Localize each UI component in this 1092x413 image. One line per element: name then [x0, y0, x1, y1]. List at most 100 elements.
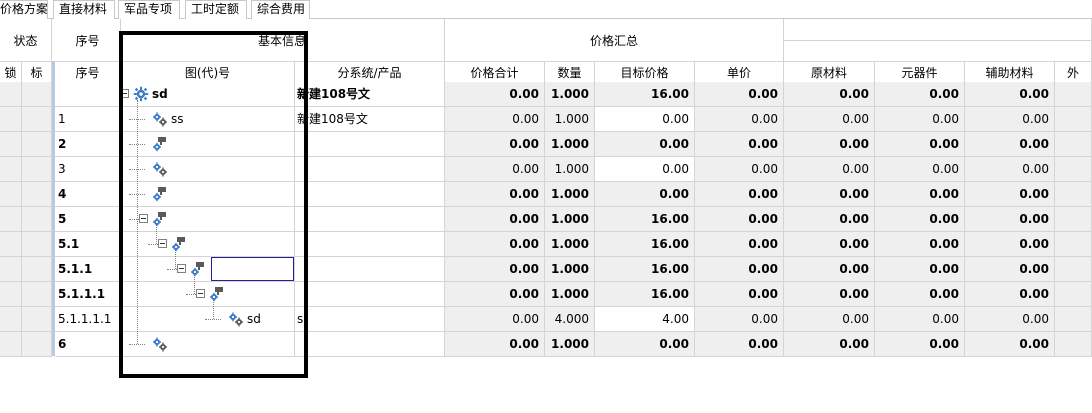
drawing-cell[interactable]	[121, 232, 295, 257]
components-cell[interactable]: 0.00	[875, 82, 965, 107]
components-cell[interactable]: 0.00	[875, 332, 965, 357]
col-header-mark[interactable]: 标	[22, 62, 52, 84]
other-cell[interactable]	[1055, 157, 1092, 182]
drawing-cell[interactable]	[121, 82, 295, 107]
lock-cell[interactable]	[0, 107, 22, 132]
drawing-cell[interactable]	[121, 332, 295, 357]
price-total-cell[interactable]: 0.00	[445, 307, 545, 332]
quantity-cell[interactable]: 1.000	[545, 182, 595, 207]
table-row[interactable]: 5.1.1.1.1 s(0.00 4.000 4.00 0.00 0.00 0.00 0.00	[0, 307, 1092, 332]
col-header-raw-material[interactable]: 原材料	[784, 62, 875, 84]
components-cell[interactable]: 0.00	[875, 207, 965, 232]
mark-cell[interactable]	[22, 307, 52, 332]
table-row[interactable]: 新建108号文 0.00 1.000 16.00 0.00 0.00 0.00 0.00	[0, 82, 1092, 107]
raw-material-cell[interactable]: 0.00	[784, 282, 875, 307]
aux-material-cell[interactable]: 0.00	[965, 307, 1055, 332]
lock-cell[interactable]	[0, 332, 22, 357]
target-price-cell[interactable]: 0.00	[595, 157, 695, 182]
mark-cell[interactable]	[22, 207, 52, 232]
unit-price-cell[interactable]: 0.00	[695, 132, 784, 157]
target-price-cell[interactable]: 4.00	[595, 307, 695, 332]
other-cell[interactable]	[1055, 132, 1092, 157]
aux-material-cell[interactable]: 0.00	[965, 282, 1055, 307]
unit-price-cell[interactable]: 0.00	[695, 107, 784, 132]
aux-material-cell[interactable]: 0.00	[965, 257, 1055, 282]
raw-material-cell[interactable]: 0.00	[784, 232, 875, 257]
other-cell[interactable]	[1055, 82, 1092, 107]
lock-cell[interactable]	[0, 257, 22, 282]
raw-material-cell[interactable]: 0.00	[784, 82, 875, 107]
subsystem-cell[interactable]	[295, 282, 445, 307]
subsystem-cell[interactable]	[295, 232, 445, 257]
lock-cell[interactable]	[0, 207, 22, 232]
aux-material-cell[interactable]: 0.00	[965, 207, 1055, 232]
quantity-cell[interactable]: 1.000	[545, 257, 595, 282]
tab-price-scheme[interactable]: 价格方案	[0, 0, 48, 19]
aux-material-cell[interactable]: 0.00	[965, 107, 1055, 132]
drawing-cell[interactable]	[121, 107, 295, 132]
unit-price-cell[interactable]: 0.00	[695, 307, 784, 332]
mark-cell[interactable]	[22, 182, 52, 207]
raw-material-cell[interactable]: 0.00	[784, 207, 875, 232]
seq-cell[interactable]: 5.1.1	[55, 257, 121, 282]
components-cell[interactable]: 0.00	[875, 232, 965, 257]
mark-cell[interactable]	[22, 107, 52, 132]
lock-cell[interactable]	[0, 282, 22, 307]
col-header-aux-material[interactable]: 辅助材料	[965, 62, 1055, 84]
unit-price-cell[interactable]: 0.00	[695, 157, 784, 182]
col-header-drawing-no[interactable]: 图(代)号	[121, 62, 295, 84]
col-header-price-total[interactable]: 价格合计	[445, 62, 545, 84]
drawing-cell[interactable]	[121, 182, 295, 207]
aux-material-cell[interactable]: 0.00	[965, 232, 1055, 257]
components-cell[interactable]: 0.00	[875, 307, 965, 332]
lock-cell[interactable]	[0, 132, 22, 157]
subsystem-cell[interactable]	[295, 207, 445, 232]
quantity-cell[interactable]: 1.000	[545, 157, 595, 182]
tab-military-special[interactable]: 军品专项	[118, 0, 180, 19]
table-row[interactable]: 5 0.00 1.000 16.00 0.00 0.00 0.00 0.00	[0, 207, 1092, 232]
price-total-cell[interactable]: 0.00	[445, 257, 545, 282]
subsystem-cell[interactable]	[295, 257, 445, 282]
price-total-cell[interactable]: 0.00	[445, 232, 545, 257]
raw-material-cell[interactable]: 0.00	[784, 132, 875, 157]
target-price-cell[interactable]: 16.00	[595, 232, 695, 257]
mark-cell[interactable]	[22, 232, 52, 257]
quantity-cell[interactable]: 1.000	[545, 282, 595, 307]
quantity-cell[interactable]: 1.000	[545, 232, 595, 257]
target-price-cell[interactable]: 0.00	[595, 132, 695, 157]
raw-material-cell[interactable]: 0.00	[784, 107, 875, 132]
other-cell[interactable]	[1055, 257, 1092, 282]
seq-cell[interactable]: 5.1.1.1.1	[55, 307, 121, 332]
aux-material-cell[interactable]: 0.00	[965, 332, 1055, 357]
price-total-cell[interactable]: 0.00	[445, 157, 545, 182]
seq-cell[interactable]: 3	[55, 157, 121, 182]
col-header-seq[interactable]: 序号	[55, 62, 121, 84]
col-header-components[interactable]: 元器件	[875, 62, 965, 84]
collapse-icon[interactable]	[120, 89, 129, 98]
seq-cell[interactable]: 6	[55, 332, 121, 357]
components-cell[interactable]: 0.00	[875, 157, 965, 182]
lock-cell[interactable]	[0, 182, 22, 207]
other-cell[interactable]	[1055, 232, 1092, 257]
quantity-cell[interactable]: 1.000	[545, 132, 595, 157]
mark-cell[interactable]	[22, 332, 52, 357]
components-cell[interactable]: 0.00	[875, 132, 965, 157]
subsystem-cell[interactable]	[295, 332, 445, 357]
table-row[interactable]: 5.1.1 0.00 1.000 16.00 0.00 0.00 0.00 0.00	[0, 257, 1092, 282]
other-cell[interactable]	[1055, 307, 1092, 332]
table-row[interactable]: 6 0.00 1.000 0.00 0.00 0.00 0.00 0.00	[0, 332, 1092, 357]
price-total-cell[interactable]: 0.00	[445, 82, 545, 107]
target-price-cell[interactable]: 16.00	[595, 282, 695, 307]
col-header-target-price[interactable]: 目标价格	[595, 62, 695, 84]
drawing-cell[interactable]	[121, 307, 295, 332]
raw-material-cell[interactable]: 0.00	[784, 182, 875, 207]
raw-material-cell[interactable]: 0.00	[784, 332, 875, 357]
tab-overall-cost[interactable]: 综合费用	[251, 0, 310, 19]
col-header-lock[interactable]: 锁	[0, 62, 22, 84]
aux-material-cell[interactable]: 0.00	[965, 182, 1055, 207]
subsystem-cell[interactable]	[295, 157, 445, 182]
table-row[interactable]: 5.1.1.1 0.00 1.000 16.00 0.00 0.00 0.00 0.00	[0, 282, 1092, 307]
raw-material-cell[interactable]: 0.00	[784, 157, 875, 182]
seq-cell[interactable]: 1	[55, 107, 121, 132]
subsystem-cell[interactable]	[295, 132, 445, 157]
